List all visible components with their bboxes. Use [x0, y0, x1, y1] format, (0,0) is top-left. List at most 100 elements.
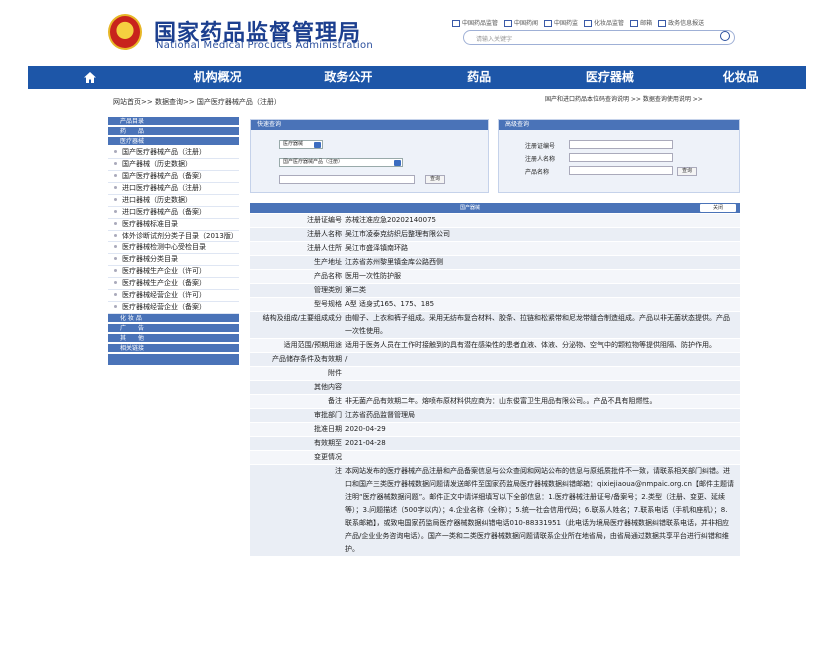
- table-row: 变更情况: [250, 451, 740, 465]
- table-row: 附件: [250, 367, 740, 381]
- nav-item-devices[interactable]: 医疗器械: [544, 66, 675, 89]
- row-value: 2020-04-29: [345, 425, 386, 433]
- row-key: 产品储存条件及有效期: [272, 355, 342, 363]
- table-row: 备注 非无菌产品有效期二年。熔喷布原材料供应商为：山东俊富卫生用品有限公司。。产品…: [250, 395, 740, 409]
- row-value: A型 适身式165、175、185: [345, 300, 435, 308]
- advanced-search-button[interactable]: 查询: [677, 167, 697, 176]
- main-nav: 机构概况 政务公开 药品 医疗器械 化妆品: [28, 66, 806, 89]
- row-value: 吴江市盛泽镇南环路: [345, 244, 408, 252]
- category-select[interactable]: 医疗器械: [279, 140, 323, 149]
- nav-item-cosmetics[interactable]: 化妆品: [675, 66, 806, 89]
- top-links: 中国药品监管 中国药闻 中国药监 化妆品监管 邮箱 政务信息报送: [452, 18, 704, 27]
- sidebar-item[interactable]: 进口医疗器械产品（备案）: [108, 207, 239, 219]
- row-key: 适用范围/预期用途: [283, 341, 342, 349]
- row-value: /: [345, 355, 348, 363]
- sidebar-item[interactable]: 医疗器械标准目录: [108, 219, 239, 231]
- field-label: 产品名称: [525, 169, 550, 176]
- row-key: 型号规格: [314, 300, 342, 308]
- table-row: 批准日期 2020-04-29: [250, 423, 740, 437]
- table-row: 注册证编号 苏械注准应急20202140075: [250, 214, 740, 228]
- cert-number-input[interactable]: [569, 140, 673, 149]
- sidebar-item[interactable]: 进口器械（历史数据）: [108, 195, 239, 207]
- sidebar-item[interactable]: 医疗器械经营企业（许可）: [108, 290, 239, 302]
- top-link-1[interactable]: 中国药闻: [504, 18, 538, 27]
- registrant-input[interactable]: [569, 153, 673, 162]
- row-key: 管理类别: [314, 286, 342, 294]
- database-select[interactable]: 国产医疗器械产品（注册）: [279, 158, 403, 167]
- table-row: 注册人名称 吴江市凌泰克纺织后整理有限公司: [250, 228, 740, 242]
- row-key: 生产地址: [314, 258, 342, 266]
- row-key: 注册证编号: [307, 216, 342, 224]
- national-emblem-icon: [108, 14, 142, 50]
- row-value: 苏械注准应急20202140075: [345, 216, 436, 224]
- sidebar: 产品目录 药 品 医疗器械 国产医疗器械产品（注册） 国产器械（历史数据） 国产…: [108, 117, 239, 365]
- advanced-query-title: 高级查询: [499, 120, 739, 130]
- detail-title: 国产器械: [459, 205, 480, 211]
- sidebar-item[interactable]: 医疗器械生产企业（备案）: [108, 278, 239, 290]
- sidebar-group-devices[interactable]: 医疗器械: [108, 137, 239, 146]
- quick-query-panel: 快速查询 医疗器械 国产医疗器械产品（注册） 查询: [250, 119, 489, 193]
- product-name-input[interactable]: [569, 166, 673, 175]
- table-row: 管理类别 第二类: [250, 284, 740, 298]
- row-value: 第二类: [345, 286, 366, 294]
- row-key: 注: [335, 467, 342, 475]
- site-subtitle: National Medical Procucts Administration: [156, 40, 374, 51]
- row-value: 江苏省药品监督管理局: [345, 411, 415, 419]
- sidebar-item[interactable]: 国产医疗器械产品（备案）: [108, 171, 239, 183]
- table-row: 产品储存条件及有效期 /: [250, 353, 740, 367]
- row-key: 有效期至: [314, 439, 342, 447]
- home-icon[interactable]: [28, 66, 152, 89]
- sidebar-item[interactable]: 医疗器械分类目录: [108, 254, 239, 266]
- top-link-2[interactable]: 中国药监: [544, 18, 578, 27]
- sidebar-item[interactable]: 医疗器械经营企业（备案）: [108, 302, 239, 314]
- row-key: 产品名称: [314, 272, 342, 280]
- row-key: 结构及组成/主要组成成分: [262, 314, 342, 322]
- top-link-0[interactable]: 中国药品监管: [452, 18, 498, 27]
- sidebar-group-cosmetics[interactable]: 化 妆 品: [108, 314, 239, 323]
- help-links[interactable]: 国产和进口药品本位码查询说明 >> 数据查询使用说明 >>: [545, 94, 703, 103]
- row-value: [345, 381, 740, 394]
- sidebar-group-links[interactable]: 相关链接: [108, 344, 239, 353]
- search-icon[interactable]: [720, 31, 730, 41]
- table-row: 审批部门 江苏省药品监督管理局: [250, 409, 740, 423]
- link-icon: [504, 20, 513, 27]
- sidebar-item[interactable]: 国产器械（历史数据）: [108, 159, 239, 171]
- nav-item-drugs[interactable]: 药品: [414, 66, 545, 89]
- row-key: 备注: [328, 397, 342, 405]
- row-key: 审批部门: [314, 411, 342, 419]
- mail-icon: [630, 20, 639, 27]
- top-link-4[interactable]: 邮箱: [630, 18, 652, 27]
- nav-item-institution[interactable]: 机构概况: [152, 66, 283, 89]
- table-row: 结构及组成/主要组成成分 由帽子、上衣和裤子组成。采用无纺布复合材料、胶条、拉链和…: [250, 312, 740, 339]
- top-link-3[interactable]: 化妆品监管: [584, 18, 624, 27]
- sidebar-group-catalog[interactable]: 产品目录: [108, 117, 239, 126]
- field-label: 注册证编号: [525, 143, 556, 150]
- row-key: 附件: [328, 369, 342, 377]
- close-button[interactable]: 关闭: [700, 204, 736, 212]
- sidebar-group-other[interactable]: 其 他: [108, 334, 239, 343]
- row-key: 注册人名称: [307, 230, 342, 238]
- sidebar-group-drugs[interactable]: 药 品: [108, 127, 239, 136]
- row-value: 非无菌产品有效期二年。熔喷布原材料供应商为：山东俊富卫生用品有限公司。。产品不具…: [345, 397, 657, 405]
- link-icon: [544, 20, 553, 27]
- top-link-5[interactable]: 政务信息报送: [658, 18, 704, 27]
- advanced-query-panel: 高级查询 注册证编号 注册人名称 产品名称 查询: [498, 119, 740, 193]
- row-key: 其他内容: [314, 383, 342, 391]
- breadcrumb[interactable]: 网站首页>> 数据查询>> 国产医疗器械产品（注册）: [113, 97, 281, 107]
- sidebar-item[interactable]: 进口医疗器械产品（注册）: [108, 183, 239, 195]
- sidebar-item[interactable]: 医疗器械检测中心受检目录: [108, 242, 239, 254]
- quick-search-button[interactable]: 查询: [425, 175, 445, 184]
- sidebar-item[interactable]: 体外诊断试剂分类子目录（2013版）: [108, 231, 239, 242]
- row-value: [345, 367, 740, 380]
- sidebar-group-ads[interactable]: 广 告: [108, 324, 239, 333]
- table-row: 其他内容: [250, 381, 740, 395]
- report-icon: [658, 20, 667, 27]
- notice-row: 注本网站发布的医疗器械产品注册和产品备案信息与公众查阅和网站公布的信息与原纸质批…: [250, 465, 740, 557]
- sidebar-item[interactable]: 国产医疗器械产品（注册）: [108, 147, 239, 159]
- nav-item-government[interactable]: 政务公开: [283, 66, 414, 89]
- detail-table: 注册证编号 苏械注准应急20202140075 注册人名称 吴江市凌泰克纺织后整理有…: [250, 214, 740, 557]
- sidebar-item[interactable]: 医疗器械生产企业（许可）: [108, 266, 239, 278]
- search-input[interactable]: 请输入关键字: [463, 30, 735, 45]
- keyword-input[interactable]: [279, 175, 415, 184]
- table-row: 产品名称 医用一次性防护服: [250, 270, 740, 284]
